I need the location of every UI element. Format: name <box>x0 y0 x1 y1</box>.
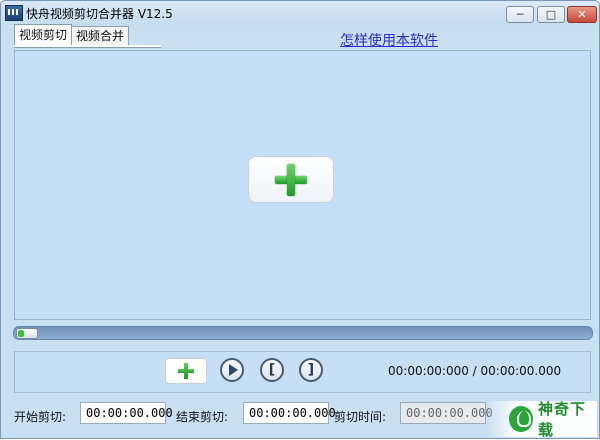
app-window: 快舟视频剪切合并器 V12.5 ─ □ ✕ 视频剪切 视频合并 怎样使用本软件 … <box>0 0 600 439</box>
time-readout: 00:00:00:000 / 00:00:00.000 <box>388 364 562 378</box>
plus-icon <box>178 363 194 379</box>
mark-end-button[interactable]: ] <box>299 358 323 382</box>
tab-video-cut[interactable]: 视频剪切 <box>14 24 73 45</box>
app-film-icon <box>5 5 23 21</box>
play-button[interactable] <box>220 358 244 382</box>
tab-divider <box>14 45 161 48</box>
mark-end-label: ] <box>307 362 315 378</box>
plus-icon <box>275 163 307 196</box>
close-button[interactable]: ✕ <box>567 6 597 23</box>
mark-start-label: [ <box>268 362 276 378</box>
brand-logo-icon <box>509 406 533 432</box>
tab-video-merge[interactable]: 视频合并 <box>71 26 130 45</box>
add-video-button[interactable] <box>248 156 334 203</box>
watermark-text: 神奇下载 <box>537 400 586 439</box>
play-icon <box>229 364 238 376</box>
start-cut-input[interactable]: 00:00:00.000 <box>80 402 173 424</box>
maximize-button[interactable]: □ <box>537 6 565 23</box>
cut-duration-field: 00:00:00.000 <box>400 402 493 424</box>
watermark: 神奇下载 <box>489 400 597 439</box>
add-file-button[interactable] <box>165 358 207 384</box>
help-link[interactable]: 怎样使用本软件 <box>340 30 438 50</box>
minimize-button[interactable]: ─ <box>506 6 534 23</box>
minimize-icon: ─ <box>516 8 524 21</box>
progress-slider[interactable] <box>13 326 593 340</box>
close-icon: ✕ <box>577 8 587 21</box>
cut-duration-label: 剪切时间: <box>334 410 387 424</box>
end-cut-input[interactable]: 00:00:00.000 <box>243 402 336 424</box>
end-cut-label: 结束剪切: <box>176 410 229 424</box>
start-cut-label: 开始剪切: <box>14 410 67 424</box>
window-title: 快舟视频剪切合并器 V12.5 <box>26 7 173 21</box>
title-bar[interactable]: 快舟视频剪切合并器 V12.5 ─ □ ✕ <box>1 1 599 25</box>
progress-slider-handle[interactable] <box>16 328 38 339</box>
maximize-icon: □ <box>545 8 557 21</box>
mark-start-button[interactable]: [ <box>260 358 284 382</box>
